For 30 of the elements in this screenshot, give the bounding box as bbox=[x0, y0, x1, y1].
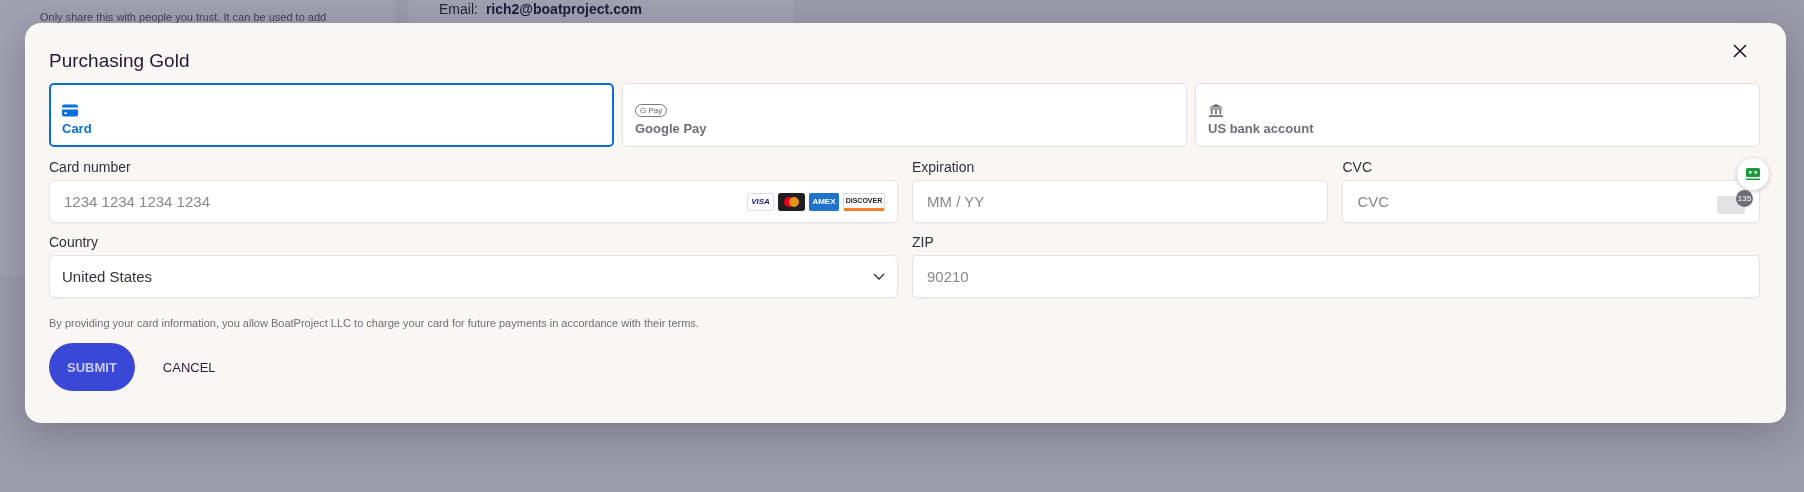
email-label: Email: bbox=[439, 1, 478, 17]
dialog-title: Purchasing Gold bbox=[49, 50, 190, 73]
close-icon[interactable] bbox=[1732, 43, 1748, 59]
input-field[interactable]: 90210 bbox=[912, 255, 1760, 298]
text-input[interactable]: 1234 1234 1234 1234 bbox=[62, 192, 741, 211]
card-icon bbox=[62, 104, 78, 117]
notice-text: Only share this with people you trust. It can be used to add bbox=[40, 11, 327, 23]
input-field[interactable]: CVC 135 bbox=[1342, 180, 1760, 223]
chevron-icon bbox=[873, 272, 885, 281]
email-text: rich2@boatproject.com bbox=[485, 1, 642, 17]
field-label: Expiration bbox=[912, 159, 976, 176]
payment-tab[interactable]: US bank account bbox=[1195, 83, 1760, 147]
field-label: ZIP bbox=[912, 234, 935, 251]
text-input[interactable]: CVC bbox=[1355, 192, 1711, 211]
field-label: Country bbox=[49, 234, 100, 251]
field-label: CVC bbox=[1342, 159, 1374, 176]
mastercard-logo bbox=[778, 192, 805, 211]
terms-text: By providing your card information, you allow BoatProject LLC to charge your card for future payments in accordance with their terms. bbox=[49, 317, 700, 329]
amex-logo: AMEX bbox=[809, 192, 839, 211]
country-select[interactable]: United States bbox=[49, 255, 898, 298]
input-field[interactable]: MM / YY bbox=[912, 180, 1329, 223]
cancel-button[interactable]: CANCEL bbox=[144, 353, 234, 381]
text-input[interactable]: 90210 bbox=[925, 267, 1747, 286]
payment-tab[interactable]: Card bbox=[49, 83, 614, 147]
text-input[interactable]: MM / YY bbox=[925, 192, 1316, 211]
payment-tab[interactable]: G Pay Google Pay bbox=[622, 83, 1187, 147]
visa-logo: VISA bbox=[747, 192, 774, 211]
field-label: Card number bbox=[49, 159, 132, 176]
submit-button[interactable]: SUBMIT bbox=[49, 343, 135, 391]
bank-icon bbox=[1208, 104, 1224, 117]
